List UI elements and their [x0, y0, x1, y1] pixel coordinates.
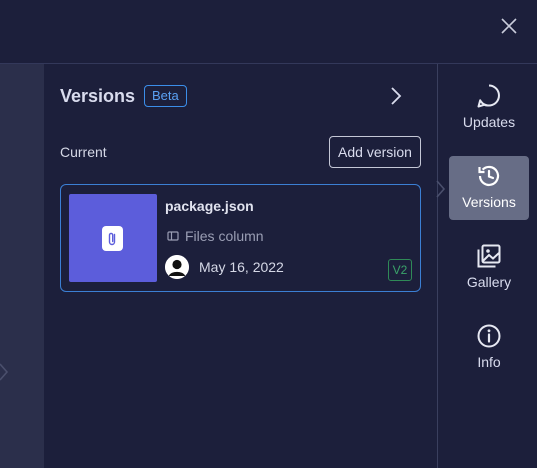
gallery-icon: [477, 244, 501, 268]
user-icon: [165, 255, 189, 279]
rail-item-gallery[interactable]: Gallery: [449, 236, 529, 300]
info-icon: [477, 324, 501, 348]
close-icon: [501, 18, 517, 34]
current-label: Current: [60, 144, 107, 160]
top-bar: [0, 0, 537, 64]
board-background-strip: [0, 64, 44, 468]
file-thumbnail[interactable]: [69, 194, 157, 282]
upload-date: May 16, 2022: [199, 259, 284, 275]
history-clock-icon: [478, 165, 500, 186]
version-tag: V2: [388, 259, 412, 281]
file-name[interactable]: package.json: [165, 198, 254, 214]
version-card[interactable]: package.json Files column May 16, 2022 V…: [60, 184, 421, 292]
rail-item-versions[interactable]: Versions: [449, 156, 529, 220]
side-rail: Updates Versions Gallery Info: [436, 64, 537, 468]
chevron-right-icon: [391, 87, 402, 105]
rail-item-label: Gallery: [466, 274, 512, 290]
rail-item-label: Versions: [462, 194, 516, 210]
chevron-right-icon: [0, 363, 9, 381]
paperclip-icon: [108, 232, 116, 246]
file-icon: [102, 226, 123, 251]
rail-item-info[interactable]: Info: [449, 316, 529, 380]
active-pointer-icon: [436, 180, 446, 198]
close-button[interactable]: [499, 16, 519, 36]
rail-item-label: Updates: [462, 114, 516, 130]
column-info: Files column: [167, 228, 264, 244]
versions-panel: Versions Beta Current Add version packag…: [44, 64, 437, 468]
collapse-panel-button[interactable]: [385, 85, 407, 107]
rail-item-updates[interactable]: Updates: [449, 76, 529, 140]
column-name: Files column: [185, 228, 264, 244]
avatar: [165, 255, 189, 279]
add-version-button[interactable]: Add version: [329, 136, 421, 168]
rail-item-label: Info: [477, 354, 501, 370]
column-icon: [167, 231, 179, 241]
chat-bubble-icon: [477, 84, 500, 108]
panel-title: Versions: [60, 86, 136, 106]
beta-badge: Beta: [144, 85, 187, 107]
